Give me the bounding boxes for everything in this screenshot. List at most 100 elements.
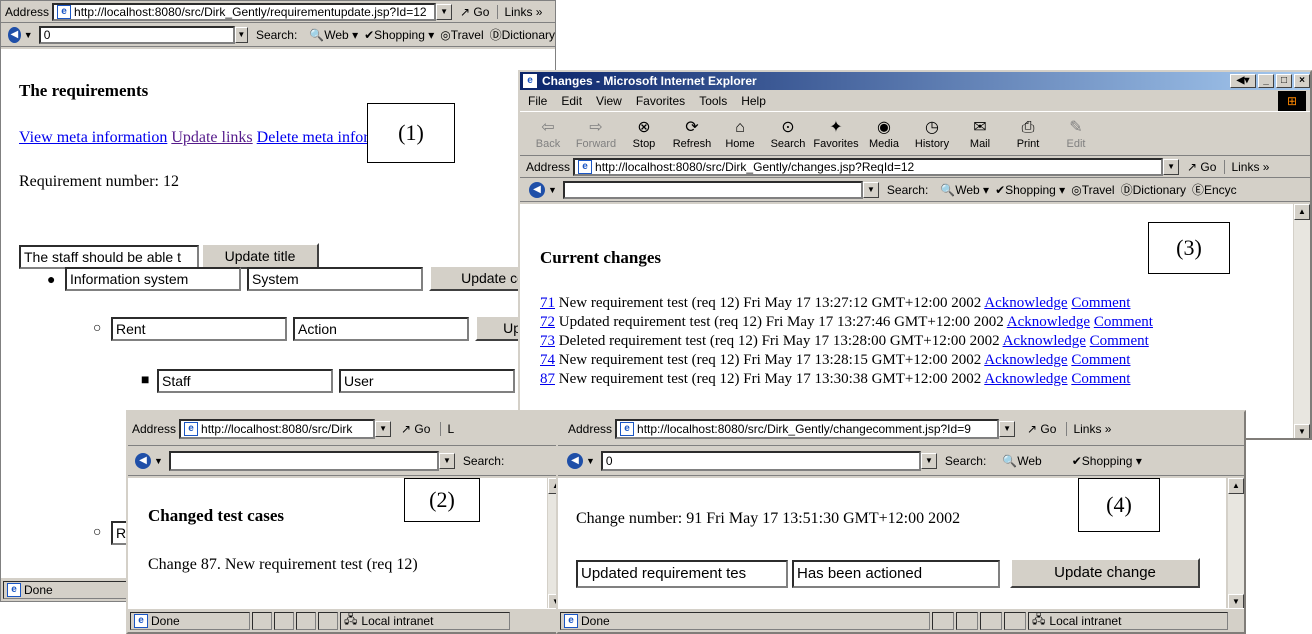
back-icon[interactable]: ◀	[567, 452, 583, 469]
scroll-up-icon[interactable]: ▲	[1294, 204, 1310, 220]
address-input[interactable]: e http://localhost:8080/src/Dirk	[179, 418, 376, 439]
back-button[interactable]: ⇦ Back	[524, 118, 572, 150]
intranet-icon: 🖧	[1032, 612, 1046, 627]
edit-button[interactable]: ✎ Edit	[1052, 118, 1100, 150]
links-label[interactable]: Links »	[1224, 159, 1269, 174]
comment-link[interactable]: Comment	[1071, 371, 1130, 387]
history-button[interactable]: ◷ History	[908, 118, 956, 150]
row3-field-b[interactable]: User	[339, 369, 515, 393]
minimize-icon[interactable]: _	[1258, 74, 1274, 88]
change-id-link[interactable]: 71	[540, 295, 555, 311]
change-id-link[interactable]: 72	[540, 314, 555, 330]
row1-field-a[interactable]: Information system	[65, 267, 241, 291]
acknowledge-link[interactable]: Acknowledge	[984, 352, 1067, 368]
page-title: Current changes	[540, 248, 662, 267]
search-dropdown[interactable]: ▼	[920, 452, 937, 469]
change-type-field[interactable]: Updated requirement tes	[576, 560, 788, 588]
comment-link[interactable]: Comment	[1090, 333, 1149, 349]
search-web[interactable]: 🔍Web ▾	[309, 28, 358, 42]
row2-field-b[interactable]: Action	[293, 317, 469, 341]
go-button[interactable]: ↗ Go	[460, 5, 489, 19]
search-shopping[interactable]: ✔Shopping ▾	[364, 28, 434, 42]
search-input[interactable]	[168, 450, 439, 471]
address-dropdown[interactable]: ▼	[1163, 158, 1180, 175]
address-input[interactable]: e http://localhost:8080/src/Dirk_Gently/c…	[615, 418, 1000, 439]
media-button[interactable]: ◉ Media	[860, 118, 908, 150]
back-icon[interactable]: ◀	[135, 452, 151, 469]
search-button[interactable]: ⊙ Search	[764, 118, 812, 150]
change-id-link[interactable]: 74	[540, 352, 555, 368]
address-input[interactable]: e http://localhost:8080/src/Dirk_Gently/c…	[573, 157, 1164, 176]
title-input[interactable]: The staff should be able t	[19, 245, 199, 269]
address-dropdown[interactable]: ▼	[999, 420, 1016, 437]
change-description: Deleted requirement test (req 12) Fri Ma…	[558, 333, 1000, 349]
row2-field-a[interactable]: Rent	[111, 317, 287, 341]
vertical-scrollbar[interactable]: ▲ ▼	[1293, 204, 1310, 438]
search-dropdown[interactable]: ▼	[438, 452, 455, 469]
links-label[interactable]: Links »	[497, 4, 542, 19]
favorites-button[interactable]: ✦ Favorites	[812, 118, 860, 150]
maximize-icon[interactable]: □	[1276, 74, 1292, 88]
comment-link[interactable]: Comment	[1071, 295, 1130, 311]
view-meta-link[interactable]: View meta information	[19, 129, 167, 146]
vertical-scrollbar[interactable]: ▲ ▼	[1227, 478, 1244, 610]
search-travel[interactable]: ◎Travel	[1071, 183, 1114, 197]
go-button[interactable]: ↗ Go	[1187, 160, 1216, 174]
menu-help[interactable]: Help	[741, 94, 766, 108]
search-web[interactable]: 🔍Web	[1002, 454, 1041, 468]
search-input[interactable]: 0	[600, 450, 921, 471]
comment-link[interactable]: Comment	[1071, 352, 1130, 368]
update-change-button[interactable]: Update change	[1010, 558, 1200, 588]
search-dictionary[interactable]: ⒹDictionary	[1121, 181, 1186, 198]
search-input[interactable]	[562, 180, 863, 199]
menu-file[interactable]: File	[528, 94, 547, 108]
search-dictionary[interactable]: ⒹDictionary	[490, 26, 555, 43]
back-menu-icon[interactable]: ◀▾	[1230, 74, 1256, 88]
search-shopping[interactable]: ✔Shopping ▾	[1072, 454, 1142, 468]
search-web[interactable]: 🔍Web ▾	[940, 183, 989, 197]
close-icon[interactable]: ×	[1294, 74, 1310, 88]
menu-favorites[interactable]: Favorites	[636, 94, 685, 108]
acknowledge-link[interactable]: Acknowledge	[984, 295, 1067, 311]
history-icon: ◷	[925, 118, 939, 136]
home-button[interactable]: ⌂ Home	[716, 118, 764, 150]
mail-button[interactable]: ✉ Mail	[956, 118, 1004, 150]
menu-edit[interactable]: Edit	[561, 94, 582, 108]
back-icon[interactable]: ◀	[8, 26, 21, 43]
comment-field[interactable]: Has been actioned	[792, 560, 1000, 588]
row3-field-a[interactable]: Staff	[157, 369, 333, 393]
change-id-link[interactable]: 87	[540, 371, 555, 387]
address-dropdown[interactable]: ▼	[375, 420, 392, 437]
search-shopping[interactable]: ✔Shopping ▾	[995, 183, 1065, 197]
update-title-button[interactable]: Update title	[201, 243, 319, 269]
menu-tools[interactable]: Tools	[699, 94, 727, 108]
scroll-down-icon[interactable]: ▼	[1294, 424, 1310, 438]
print-button[interactable]: ⎙ Print	[1004, 118, 1052, 150]
links-label[interactable]: Links »	[1066, 421, 1111, 436]
address-label: Address	[526, 159, 571, 174]
update-links-link[interactable]: Update links	[171, 129, 252, 146]
menu-view[interactable]: View	[596, 94, 622, 108]
search-travel[interactable]: ◎Travel	[440, 28, 483, 42]
go-button[interactable]: ↗ Go	[401, 422, 430, 436]
search-input[interactable]: 0	[38, 25, 235, 44]
refresh-button[interactable]: ⟳ Refresh	[668, 118, 716, 150]
change-id-link[interactable]: 73	[540, 333, 555, 349]
acknowledge-link[interactable]: Acknowledge	[1007, 314, 1090, 330]
address-input[interactable]: e http://localhost:8080/src/Dirk_Gently/r…	[52, 2, 437, 21]
links-label[interactable]: L	[440, 421, 454, 436]
forward-button[interactable]: ⇨ Forward	[572, 118, 620, 150]
go-button[interactable]: ↗ Go	[1027, 422, 1056, 436]
change-row: 71 New requirement test (req 12) Fri May…	[540, 294, 1153, 313]
row1-field-b[interactable]: System	[247, 267, 423, 291]
comment-link[interactable]: Comment	[1094, 314, 1153, 330]
scroll-up-icon[interactable]: ▲	[1228, 478, 1244, 494]
search-dropdown[interactable]: ▼	[234, 26, 248, 43]
back-icon[interactable]: ◀	[529, 181, 545, 198]
acknowledge-link[interactable]: Acknowledge	[984, 371, 1067, 387]
acknowledge-link[interactable]: Acknowledge	[1003, 333, 1086, 349]
stop-button[interactable]: ⊗ Stop	[620, 118, 668, 150]
address-dropdown[interactable]: ▼	[436, 3, 453, 20]
search-dropdown[interactable]: ▼	[862, 181, 879, 198]
search-encyclopedia[interactable]: ⒺEncyc	[1192, 181, 1237, 198]
